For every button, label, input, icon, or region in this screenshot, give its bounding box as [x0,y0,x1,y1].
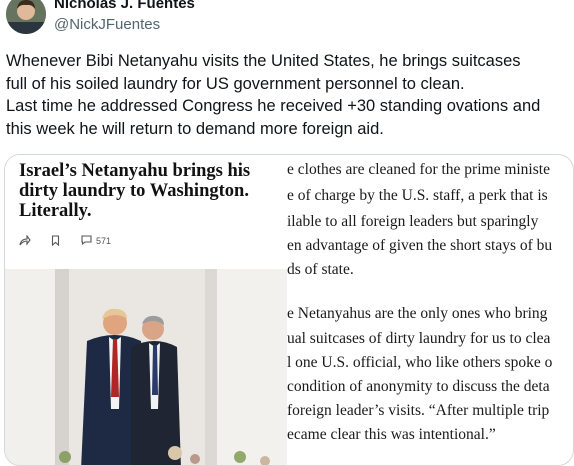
article-body-line: e Netanyahus are the only ones who bring [287,305,548,322]
headline-line: Literally. [19,201,92,221]
comment-count: 571 [96,236,112,246]
article-body-line: e of charge by the U.S. staff, a perk th… [287,187,548,204]
headline-line: dirty laundry to Washington. [19,181,249,201]
share-arrow-icon [19,234,31,248]
article-body-line: l one U.S. official, who like others spo… [287,354,553,371]
tweet-text: Whenever Bibi Netanyahu visits the Unite… [6,50,572,140]
tweet-line: Last time he addressed Congress he recei… [6,97,541,115]
comment-icon [81,235,92,247]
article-headline: Israel’s Netanyahu brings his dirty laun… [19,161,283,221]
article-body-line: e clothes are cleaned for the prime mini… [287,161,550,178]
author-avatar[interactable] [6,0,46,34]
article-body-line: foreign leader’s visits. “After multiple… [287,402,550,419]
article-body-line: ilable to all foreign leaders but sparin… [287,213,539,230]
author-name[interactable]: Nicholas J. Fuentes [54,0,195,12]
article-left-column: Israel’s Netanyahu brings his dirty laun… [5,155,287,465]
article-body: e clothes are cleaned for the prime mini… [287,155,573,465]
article-body-line: ecame clear this was intentional.” [287,426,496,443]
author-handle[interactable]: @NickJFuentes [54,16,160,33]
article-body-line: condition of anonymity to discuss the de… [287,378,550,395]
bookmark-icon [51,235,60,248]
article-body-line: ual suitcases of dirty laundry for us to… [287,330,551,347]
article-body-line: ds of state. [287,261,354,278]
tweet-line: Whenever Bibi Netanyahu visits the Unite… [6,52,521,70]
tweet-line: full of his soiled laundry for US govern… [6,74,465,93]
tweet-media-image[interactable]: Israel’s Netanyahu brings his dirty laun… [4,154,574,466]
article-photo [5,269,287,465]
headline-line: Israel’s Netanyahu brings his [19,161,251,181]
article-body-line: en advantage of given the short stays of… [287,237,553,254]
tweet-line: this week he will return to demand more … [6,119,384,138]
